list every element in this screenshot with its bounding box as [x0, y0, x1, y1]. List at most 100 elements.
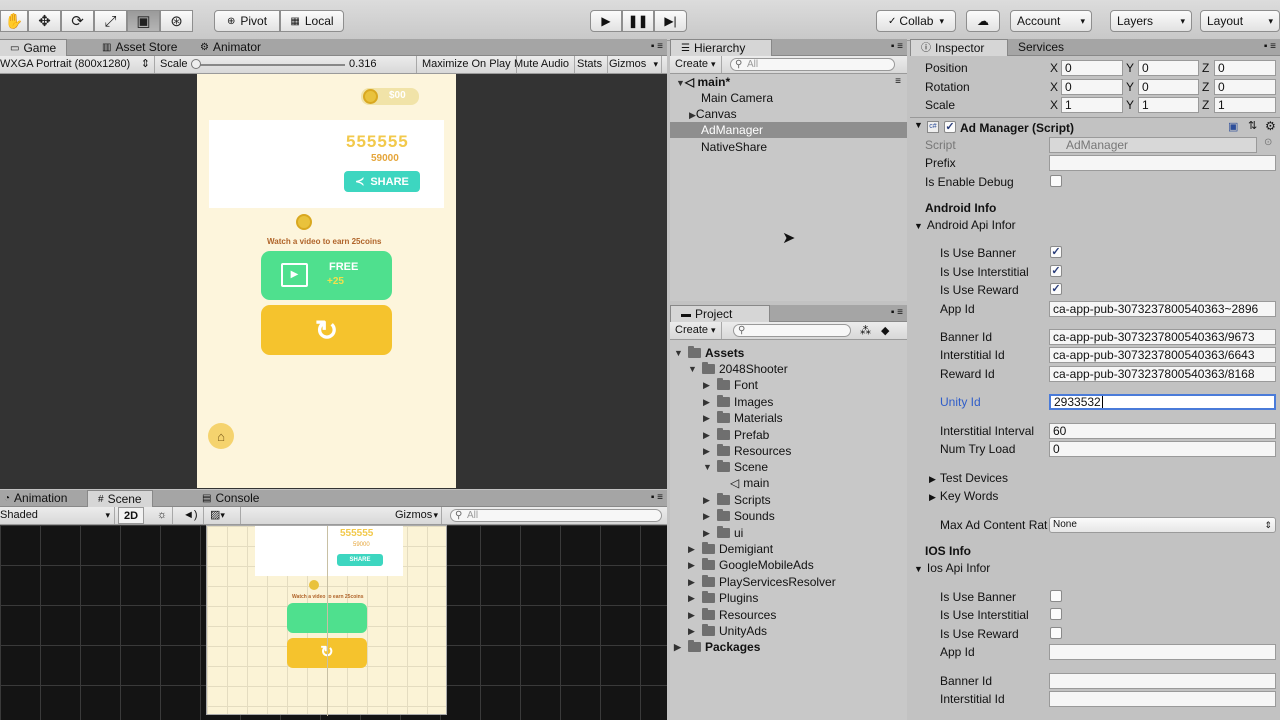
resolution-dropdown[interactable]: WXGA Portrait (800x1280) ⇕	[0, 56, 155, 73]
hierarchy-search-input[interactable]: ⚲ All	[730, 58, 895, 71]
tab-game[interactable]: ▭ Game	[0, 39, 68, 56]
layers-dropdown[interactable]: Layers	[1110, 10, 1192, 32]
inspector-menu-icon[interactable]: ▪ ≡	[1264, 41, 1276, 52]
replay-button[interactable]: ↻	[261, 305, 392, 355]
effects-dropdown[interactable]: ▨▾	[205, 507, 241, 524]
mute-audio-toggle[interactable]: Mute Audio	[509, 56, 576, 73]
tree-materials[interactable]: ▶ Materials	[703, 410, 783, 426]
tree-plugins[interactable]: ▶ Plugins	[688, 590, 758, 606]
ios-use-reward-checkbox[interactable]	[1050, 627, 1062, 639]
position-y-field[interactable]: 0	[1138, 60, 1199, 76]
android-banner-id-field[interactable]: ca-app-pub-3073237800540363/9673	[1049, 329, 1276, 345]
free-video-button[interactable]: ▶ FREE +25	[261, 251, 392, 300]
home-button[interactable]: ⌂	[208, 423, 234, 449]
scene-menu-icon[interactable]: ≡	[895, 74, 901, 90]
hand-tool-icon[interactable]: ✋	[0, 10, 28, 32]
tree-sounds[interactable]: ▶ Sounds	[703, 508, 775, 524]
position-x-field[interactable]: 0	[1061, 60, 1123, 76]
cloud-button[interactable]: ☁	[966, 10, 1000, 32]
preset-icon[interactable]: ⇅	[1248, 119, 1257, 132]
hierarchy-menu-icon[interactable]: ▪ ≡	[891, 41, 903, 52]
rect-tool-icon[interactable]: ▣	[127, 10, 160, 32]
tree-resources[interactable]: ▶ Resources	[703, 443, 791, 459]
audio-toggle[interactable]: ◄)	[178, 507, 204, 524]
scale-y-field[interactable]: 1	[1138, 97, 1199, 113]
tab-hierarchy[interactable]: ☰ Hierarchy	[670, 39, 772, 56]
step-button[interactable]: ▶|	[654, 10, 687, 32]
project-search-input[interactable]: ⚲	[733, 324, 851, 337]
2d-toggle[interactable]: 2D	[118, 507, 145, 524]
tree-demigiant[interactable]: ▶ Demigiant	[688, 541, 773, 557]
maximize-on-play-toggle[interactable]: Maximize On Play	[417, 56, 517, 73]
tree-packages[interactable]: ▶ Packages	[674, 639, 760, 655]
filter-label-icon[interactable]: ◆	[881, 324, 889, 337]
collab-dropdown[interactable]: ✓ Collab	[876, 10, 956, 32]
local-button[interactable]: ▦ Local	[280, 10, 344, 32]
help-icon[interactable]: ▣	[1228, 120, 1238, 133]
layout-dropdown[interactable]: Layout	[1200, 10, 1280, 32]
hierarchy-scene-row[interactable]: ▼◁ main* ≡	[670, 74, 907, 90]
hierarchy-item-canvas[interactable]: ▶Canvas	[670, 106, 907, 122]
tree-images[interactable]: ▶ Images	[703, 394, 773, 410]
tree-unityads[interactable]: ▶ UnityAds	[688, 623, 767, 639]
tab-console[interactable]: ▤ Console	[192, 490, 269, 507]
hierarchy-item-nativeshare[interactable]: NativeShare	[670, 139, 907, 155]
android-unity-id-field[interactable]: 2933532	[1049, 394, 1276, 410]
filter-type-icon[interactable]: ⁂	[860, 324, 871, 337]
scale-slider-handle[interactable]	[191, 59, 201, 69]
ios-use-banner-checkbox[interactable]	[1050, 590, 1062, 602]
tree-playservicesresolver[interactable]: ▶ PlayServicesResolver	[688, 574, 836, 590]
object-picker-icon[interactable]: ⊙	[1264, 137, 1272, 148]
tree-scripts[interactable]: ▶ Scripts	[703, 492, 771, 508]
ios-app-id-field[interactable]	[1049, 644, 1276, 660]
hierarchy-item-admanager[interactable]: AdManager	[670, 122, 907, 138]
android-app-id-field[interactable]: ca-app-pub-3073237800540363~2896	[1049, 301, 1276, 317]
android-interstitial-id-field[interactable]: ca-app-pub-3073237800540363/6643	[1049, 347, 1276, 363]
project-menu-icon[interactable]: ▪ ≡	[891, 307, 903, 318]
test-devices-foldout[interactable]: ▶ Test Devices	[929, 471, 1008, 485]
android-use-interstitial-checkbox[interactable]: ✓	[1050, 265, 1062, 277]
tab-inspector[interactable]: ⓘ Inspector	[910, 39, 1008, 56]
prefix-field[interactable]	[1049, 155, 1276, 171]
android-use-reward-checkbox[interactable]: ✓	[1050, 283, 1062, 295]
scene-panel-menu-icon[interactable]: ▪ ≡	[651, 492, 663, 503]
play-button[interactable]: ▶	[590, 10, 622, 32]
key-words-foldout[interactable]: ▶ Key Words	[929, 489, 998, 503]
rotation-y-field[interactable]: 0	[1138, 79, 1199, 95]
android-reward-id-field[interactable]: ca-app-pub-3073237800540363/8168	[1049, 366, 1276, 382]
tree-assets[interactable]: ▼ Assets	[674, 345, 744, 361]
scale-slider[interactable]	[195, 64, 345, 66]
game-gizmos-dropdown[interactable]: Gizmos ▾	[604, 56, 662, 73]
scene-share-button[interactable]: SHARE	[337, 554, 383, 566]
tree-prefab[interactable]: ▶ Prefab	[703, 427, 769, 443]
android-use-banner-checkbox[interactable]: ✓	[1050, 246, 1062, 258]
move-tool-icon[interactable]: ✥	[28, 10, 61, 32]
expand-arrow-icon[interactable]: ▼	[914, 120, 923, 130]
pause-button[interactable]: ❚❚	[622, 10, 654, 32]
tree-main-scene[interactable]: ◁ main	[730, 475, 769, 491]
transform-tool-icon[interactable]: ⊛	[160, 10, 193, 32]
scene-gizmos-dropdown[interactable]: Gizmos ▾	[390, 507, 442, 524]
project-create-dropdown[interactable]: Create ▾	[670, 322, 722, 339]
account-dropdown[interactable]: Account	[1010, 10, 1092, 32]
ios-banner-id-field[interactable]	[1049, 673, 1276, 689]
shading-dropdown[interactable]: Shaded ▾	[0, 507, 115, 524]
tree-ui[interactable]: ▶ ui	[703, 525, 743, 541]
hierarchy-item-main-camera[interactable]: Main Camera	[670, 90, 907, 106]
rotation-z-field[interactable]: 0	[1214, 79, 1276, 95]
pivot-button[interactable]: ⊕ Pivot	[214, 10, 280, 32]
share-button[interactable]: ≺ SHARE	[344, 171, 420, 192]
ios-use-interstitial-checkbox[interactable]	[1050, 608, 1062, 620]
scale-x-field[interactable]: 1	[1061, 97, 1123, 113]
enable-debug-checkbox[interactable]	[1050, 175, 1062, 187]
ios-interstitial-id-field[interactable]	[1049, 691, 1276, 707]
tab-project[interactable]: ▬ Project	[670, 305, 770, 322]
android-api-foldout[interactable]: ▼ Android Api Infor	[914, 218, 1016, 232]
tree-resources-root[interactable]: ▶ Resources	[688, 607, 776, 623]
tab-animation[interactable]: ◔ Animation	[0, 490, 77, 507]
scene-search-input[interactable]: ⚲ All	[450, 509, 662, 522]
hierarchy-create-dropdown[interactable]: Create ▾	[670, 56, 722, 73]
tree-2048shooter[interactable]: ▼ 2048Shooter	[688, 361, 788, 377]
gear-icon[interactable]: ⚙	[1265, 119, 1276, 133]
tree-googlemobileads[interactable]: ▶ GoogleMobileAds	[688, 557, 814, 573]
